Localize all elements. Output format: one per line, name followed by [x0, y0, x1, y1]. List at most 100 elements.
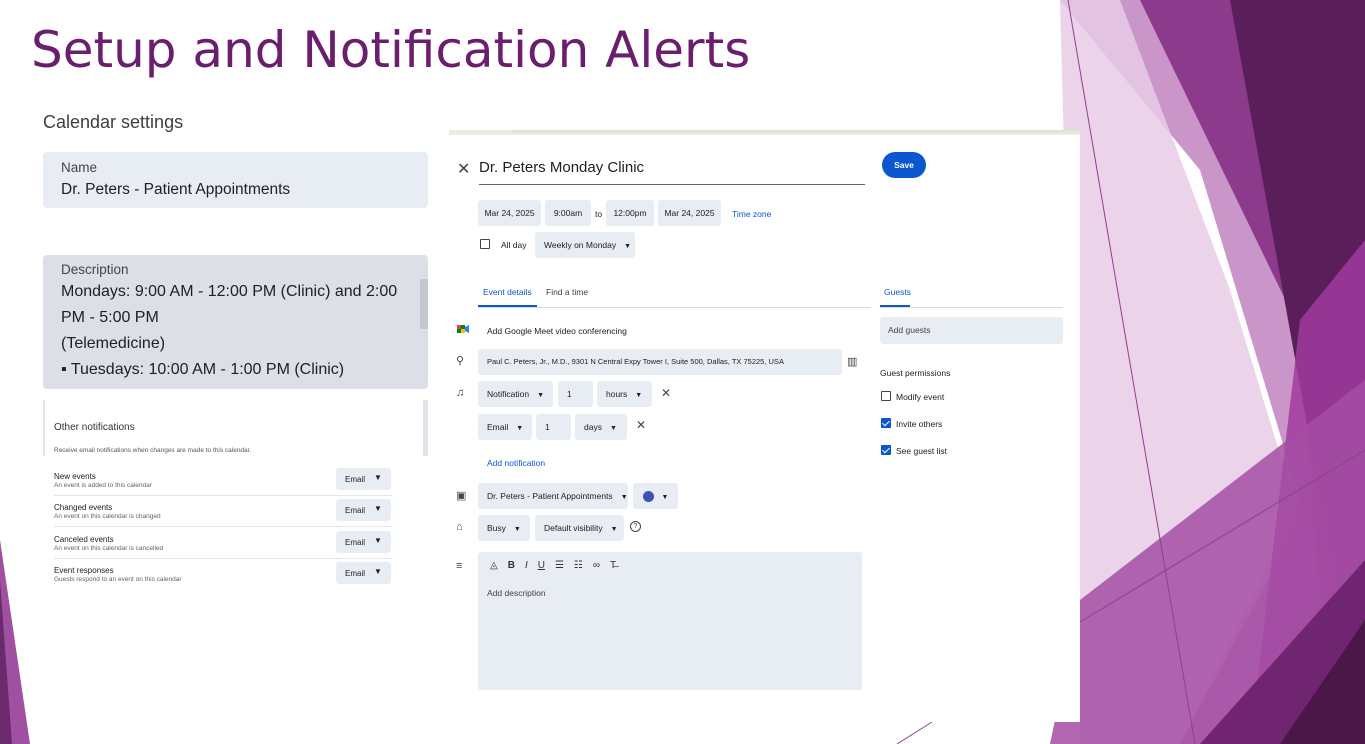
chevron-down-icon: ▼	[516, 425, 524, 432]
notification-row-title: Changed events	[54, 503, 113, 512]
google-meet-icon	[457, 325, 469, 333]
calendar-icon: ▣	[456, 490, 467, 502]
end-date-picker[interactable]: Mar 24, 2025	[658, 200, 721, 226]
location-input[interactable]: Paul C. Peters, Jr., M.D., 9301 N Centra…	[478, 349, 842, 375]
description-lines-icon: ≡	[456, 560, 463, 572]
bold-icon[interactable]: B	[508, 560, 515, 571]
calendar-settings-heading: Calendar settings	[43, 112, 184, 132]
remove-notification-icon[interactable]: ✕	[661, 386, 671, 400]
bulleted-list-icon[interactable]: ☷	[574, 560, 583, 571]
chevron-down-icon: ▼	[374, 504, 382, 513]
event-editor: ✕ Dr. Peters Monday Clinic Save Mar 24, …	[449, 130, 1080, 722]
notification-row-canceled-events: Canceled events An event on this calenda…	[54, 531, 392, 565]
other-notifications-panel: Other notifications Receive email notifi…	[43, 400, 428, 590]
panel-scrollbar[interactable]	[423, 400, 428, 456]
select-value: Busy	[487, 523, 506, 533]
repeat-select[interactable]: Weekly on Monday ▼	[535, 232, 635, 258]
chevron-down-icon: ▼	[374, 536, 382, 545]
tab-event-details[interactable]: Event details	[483, 287, 532, 297]
calendar-description-field[interactable]: Description Mondays: 9:00 AM - 12:00 PM …	[43, 255, 428, 389]
notification-method-select[interactable]: Email ▼	[336, 562, 391, 584]
invite-others-label: Invite others	[896, 419, 943, 429]
tabs-divider	[478, 307, 871, 308]
end-time-picker[interactable]: 12:00pm	[606, 200, 654, 226]
time-zone-link[interactable]: Time zone	[732, 209, 771, 219]
select-value: Email	[345, 475, 366, 484]
notification-unit-select[interactable]: hours ▼	[597, 381, 652, 407]
start-time-picker[interactable]: 9:00am	[545, 200, 591, 226]
chevron-down-icon: ▼	[661, 494, 669, 501]
description-placeholder[interactable]: Add description	[487, 588, 546, 598]
description-scrollbar[interactable]	[420, 279, 428, 329]
see-guest-list-checkbox[interactable]	[881, 445, 891, 455]
event-color-select[interactable]: ▼	[633, 483, 678, 509]
notification-amount-input[interactable]: 1	[558, 381, 593, 407]
notification-method-select[interactable]: Email ▼	[336, 468, 391, 490]
add-guests-input[interactable]: Add guests	[880, 317, 1063, 344]
map-icon[interactable]: ▥	[847, 355, 857, 368]
name-label: Name	[61, 160, 98, 175]
select-value: Email	[345, 569, 366, 578]
chevron-down-icon: ▼	[620, 494, 628, 501]
notification-row-title: Canceled events	[54, 535, 114, 544]
notification-type-select[interactable]: Notification ▼	[478, 381, 553, 407]
notification-row-changed-events: Changed events An event on this calendar…	[54, 499, 392, 533]
description-text[interactable]: Mondays: 9:00 AM - 12:00 PM (Clinic) and…	[61, 279, 397, 383]
notification-row-new-events: New events An event is added to this cal…	[54, 468, 392, 502]
description-editor[interactable]: ◬ B I U ☰ ☷ ∞ T̶ Add description	[478, 552, 862, 690]
chevron-down-icon: ▼	[374, 567, 382, 576]
select-value: Default visibility	[544, 523, 603, 533]
name-value[interactable]: Dr. Peters - Patient Appointments	[61, 181, 290, 199]
visibility-select[interactable]: Default visibility ▼	[535, 515, 624, 541]
availability-select[interactable]: Busy ▼	[478, 515, 530, 541]
calendar-select[interactable]: Dr. Peters - Patient Appointments ▼	[478, 483, 628, 509]
remove-notification-icon[interactable]: ✕	[636, 418, 646, 432]
notification-row-subtitle: An event on this calendar is changed	[54, 513, 161, 520]
calendar-name-field[interactable]: Name Dr. Peters - Patient Appointments	[43, 152, 428, 208]
chevron-down-icon: ▼	[513, 526, 521, 533]
notification-amount-input[interactable]: 1	[536, 414, 571, 440]
other-notifications-subtitle: Receive email notifications when changes…	[54, 447, 252, 454]
underline-icon[interactable]: U	[538, 560, 545, 571]
link-icon[interactable]: ∞	[593, 560, 600, 571]
numbered-list-icon[interactable]: ☰	[555, 560, 564, 571]
modify-event-label: Modify event	[896, 392, 945, 402]
chevron-down-icon: ▼	[610, 526, 618, 533]
divider	[54, 526, 392, 527]
modify-event-checkbox[interactable]	[881, 391, 891, 401]
italic-icon[interactable]: I	[525, 560, 528, 571]
tab-active-indicator	[478, 305, 537, 307]
notification-method-select[interactable]: Email ▼	[336, 531, 391, 553]
notification-method-select[interactable]: Email ▼	[336, 499, 391, 521]
description-label: Description	[61, 262, 129, 277]
guests-divider	[880, 307, 1063, 308]
all-day-label: All day	[501, 240, 527, 250]
event-title-input[interactable]: Dr. Peters Monday Clinic	[479, 157, 865, 185]
tab-find-a-time[interactable]: Find a time	[546, 287, 588, 297]
notification-row-event-responses: Event responses Guests respond to an eve…	[54, 562, 392, 596]
select-value: Notification	[487, 389, 530, 399]
repeat-value: Weekly on Monday	[544, 240, 617, 250]
save-button[interactable]: Save	[882, 152, 926, 178]
header-strip	[511, 130, 1080, 133]
notification-type-select[interactable]: Email ▼	[478, 414, 532, 440]
all-day-checkbox[interactable]	[480, 239, 490, 249]
select-value: Email	[345, 538, 366, 547]
divider	[54, 558, 392, 559]
select-value: Email	[345, 506, 366, 515]
chevron-down-icon: ▼	[635, 392, 643, 399]
close-icon[interactable]: ✕	[457, 159, 470, 179]
start-date-picker[interactable]: Mar 24, 2025	[478, 200, 541, 226]
help-icon[interactable]: ?	[630, 521, 641, 532]
description-line: ▪ Tuesdays: 10:00 AM - 1:00 PM (Clinic)	[61, 361, 345, 378]
add-meet-link[interactable]: Add Google Meet video conferencing	[487, 326, 627, 336]
tab-guests[interactable]: Guests	[884, 287, 911, 297]
invite-others-checkbox[interactable]	[881, 418, 891, 428]
guests-tab-indicator	[880, 305, 910, 307]
format-clear-icon[interactable]: ◬	[490, 560, 498, 571]
notification-unit-select[interactable]: days ▼	[575, 414, 627, 440]
select-value: days	[584, 422, 602, 432]
add-notification-link[interactable]: Add notification	[487, 458, 545, 468]
color-swatch	[642, 491, 654, 503]
remove-formatting-icon[interactable]: T̶	[610, 560, 616, 571]
